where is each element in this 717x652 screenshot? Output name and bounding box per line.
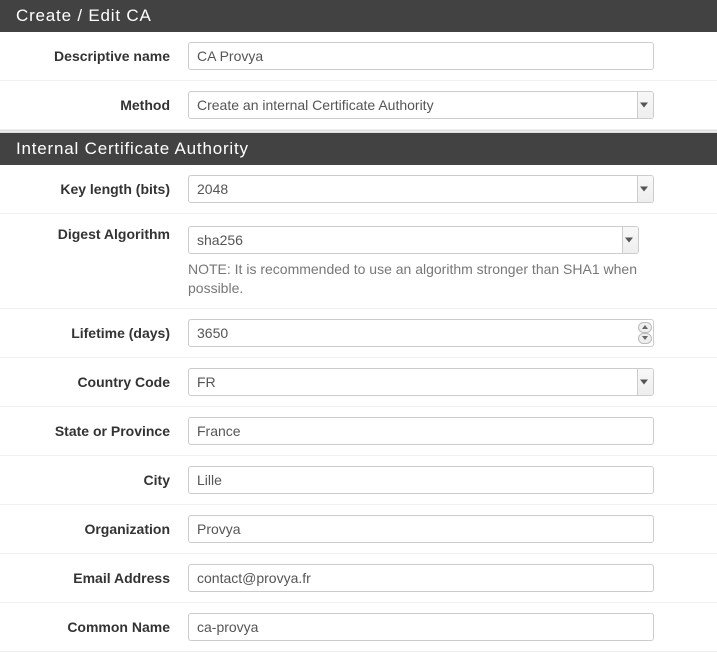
label-descriptive-name: Descriptive name: [18, 48, 188, 64]
email-address-input[interactable]: [188, 564, 654, 592]
descriptive-name-input[interactable]: [188, 42, 654, 70]
digest-algorithm-select[interactable]: sha256: [188, 226, 639, 254]
label-method: Method: [18, 97, 188, 113]
create-edit-ca-panel: Create / Edit CA Descriptive name Method…: [0, 0, 717, 130]
row-descriptive-name: Descriptive name: [0, 32, 717, 81]
digest-algorithm-note: NOTE: It is recommended to use an algori…: [188, 260, 654, 298]
row-lifetime: Lifetime (days): [0, 309, 717, 358]
row-country-code: Country Code FR: [0, 358, 717, 407]
label-city: City: [18, 472, 188, 488]
lifetime-step-down[interactable]: [638, 333, 652, 344]
digest-algorithm-select-wrapper: sha256: [188, 226, 639, 254]
state-or-province-input[interactable]: [188, 417, 654, 445]
row-state-or-province: State or Province: [0, 407, 717, 456]
organization-input[interactable]: [188, 515, 654, 543]
label-email-address: Email Address: [18, 570, 188, 586]
row-digest-algorithm: Digest Algorithm sha256 NOTE: It is reco…: [0, 214, 717, 309]
label-common-name: Common Name: [18, 619, 188, 635]
panel-header-create-edit-ca: Create / Edit CA: [0, 0, 717, 32]
lifetime-step-up[interactable]: [638, 322, 652, 333]
panel-header-text: Internal Certificate Authority: [16, 139, 249, 158]
panel-header-internal-ca: Internal Certificate Authority: [0, 133, 717, 165]
label-key-length: Key length (bits): [18, 181, 188, 197]
row-city: City: [0, 456, 717, 505]
method-select-wrapper: Create an internal Certificate Authority: [188, 91, 654, 119]
row-organization: Organization: [0, 505, 717, 554]
key-length-select-wrapper: 2048: [188, 175, 654, 203]
label-digest-algorithm: Digest Algorithm: [18, 226, 188, 242]
common-name-input[interactable]: [188, 613, 654, 641]
lifetime-input-wrap: [188, 319, 654, 347]
lifetime-spinner: [638, 321, 652, 345]
chevron-up-icon: [642, 325, 648, 329]
row-email-address: Email Address: [0, 554, 717, 603]
method-select[interactable]: Create an internal Certificate Authority: [188, 91, 654, 119]
chevron-down-icon: [642, 336, 648, 340]
label-lifetime: Lifetime (days): [18, 325, 188, 341]
internal-ca-panel: Internal Certificate Authority Key lengt…: [0, 133, 717, 652]
label-country-code: Country Code: [18, 374, 188, 390]
city-input[interactable]: [188, 466, 654, 494]
panel-header-text: Create / Edit CA: [16, 6, 152, 25]
key-length-select[interactable]: 2048: [188, 175, 654, 203]
row-method: Method Create an internal Certificate Au…: [0, 81, 717, 130]
label-organization: Organization: [18, 521, 188, 537]
lifetime-input[interactable]: [188, 319, 654, 347]
country-code-select[interactable]: FR: [188, 368, 654, 396]
row-key-length: Key length (bits) 2048: [0, 165, 717, 214]
row-common-name: Common Name: [0, 603, 717, 652]
country-code-select-wrapper: FR: [188, 368, 654, 396]
label-state-or-province: State or Province: [18, 423, 188, 439]
